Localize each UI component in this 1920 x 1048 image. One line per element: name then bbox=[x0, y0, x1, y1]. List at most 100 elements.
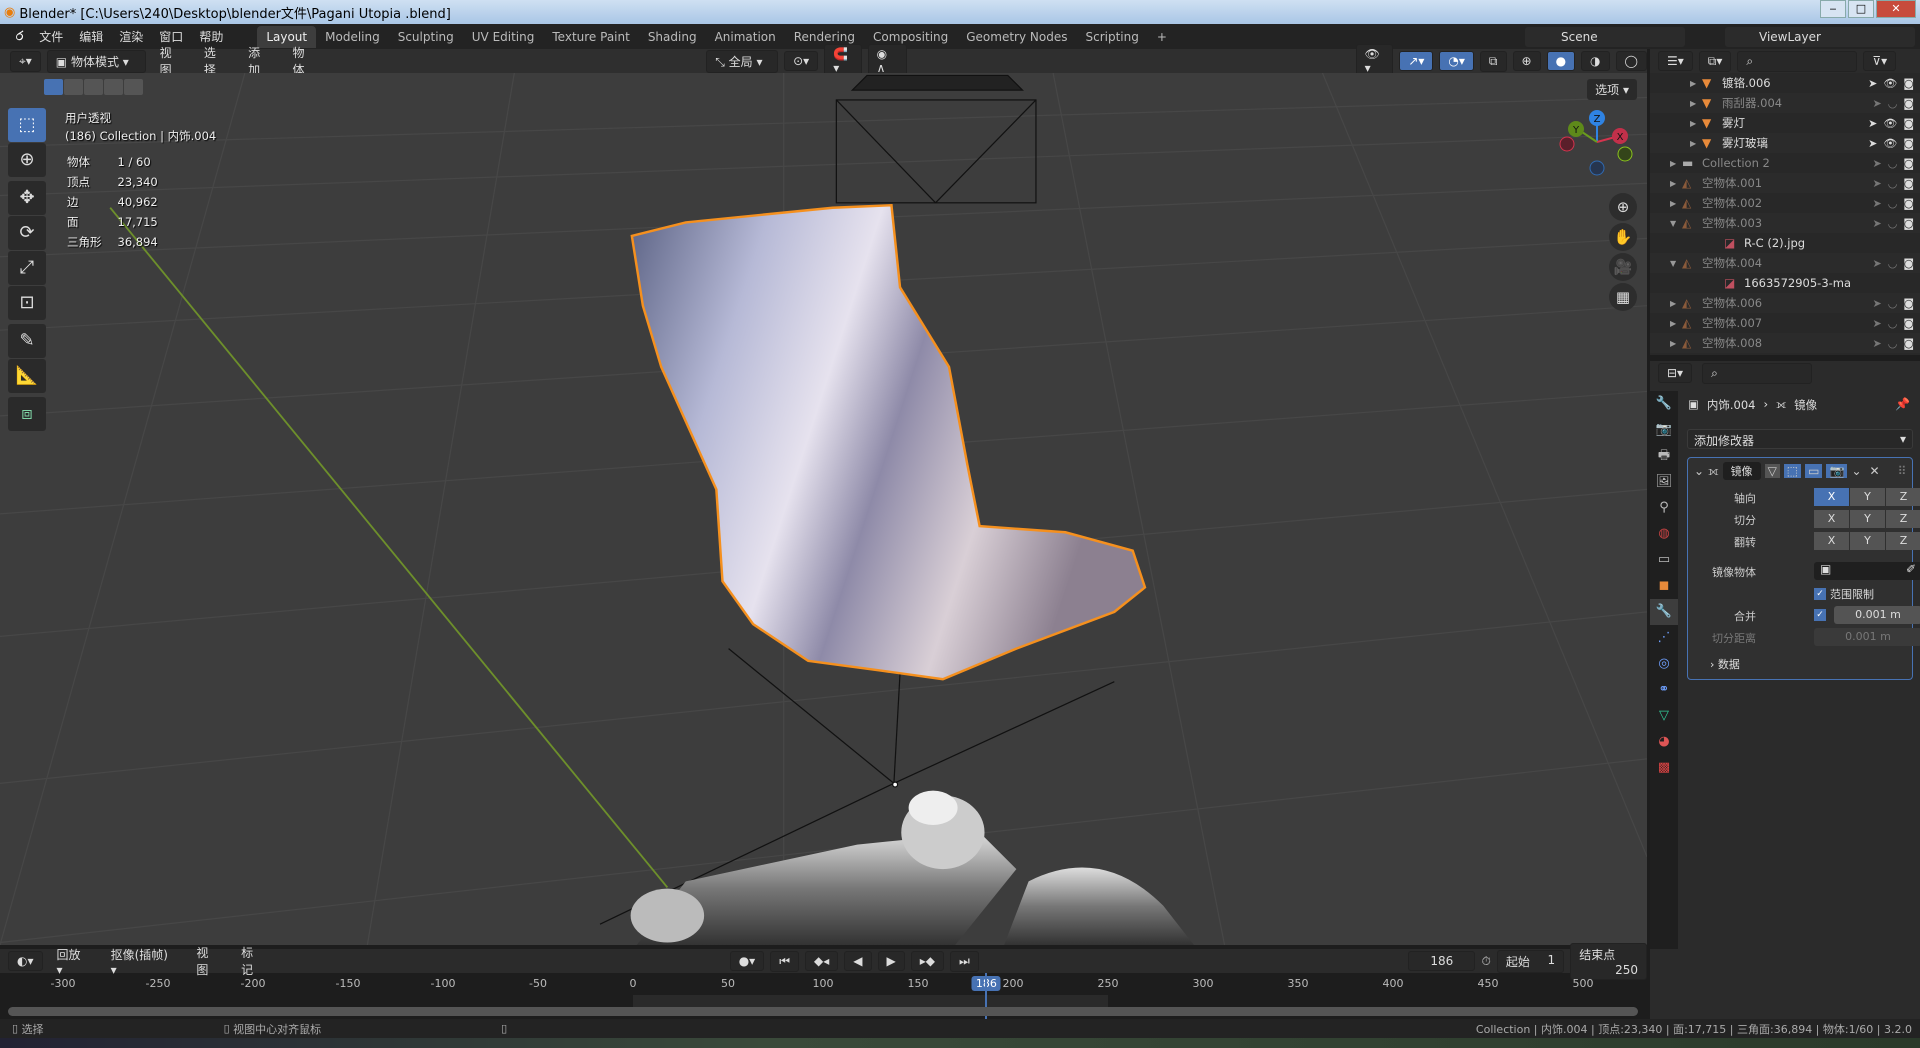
render-camera-icon[interactable]: ◙ bbox=[1903, 137, 1914, 150]
texture-tab-icon[interactable]: ▩ bbox=[1650, 755, 1678, 781]
options-dropdown[interactable]: 选项 ▾ bbox=[1587, 79, 1637, 100]
scale-icon[interactable]: ⤢ bbox=[8, 251, 46, 285]
navigation-gizmo[interactable]: Z X Y bbox=[1555, 108, 1635, 188]
outliner-search-input[interactable]: ⌕ bbox=[1737, 50, 1858, 72]
visibility-eye-icon[interactable]: ◡ bbox=[1888, 317, 1898, 330]
select-extend-button[interactable] bbox=[64, 79, 83, 95]
particles-tab-icon[interactable]: ⋰ bbox=[1650, 625, 1678, 651]
annotate-icon[interactable]: ✎ bbox=[8, 324, 46, 358]
shading-material[interactable]: ◑ bbox=[1581, 51, 1610, 71]
render-camera-icon[interactable]: ◙ bbox=[1903, 97, 1914, 110]
menu-file[interactable]: 文件 bbox=[31, 28, 71, 45]
selectable-icon[interactable]: ➤ bbox=[1868, 77, 1877, 90]
data-subpanel-header[interactable]: › 数据 bbox=[1710, 656, 1740, 672]
collapsed-arrow-icon[interactable]: ▶ bbox=[1670, 319, 1682, 328]
overlay-toggle[interactable]: ◔▾ bbox=[1439, 51, 1474, 71]
tab-scripting[interactable]: Scripting bbox=[1076, 26, 1147, 48]
viewport-toggle-icon[interactable]: ▭ bbox=[1805, 464, 1823, 478]
bisect-z-toggle[interactable]: Z bbox=[1886, 510, 1920, 528]
visibility-eye-icon[interactable]: ◡ bbox=[1888, 217, 1898, 230]
select-box-icon[interactable]: ⬚ bbox=[8, 108, 46, 142]
prev-keyframe-button[interactable]: ◆◂ bbox=[805, 951, 839, 971]
transform-icon[interactable]: ⊡ bbox=[8, 286, 46, 320]
editor-type-button[interactable]: ⌖▾ bbox=[10, 50, 41, 72]
tab-modeling[interactable]: Modeling bbox=[316, 26, 389, 48]
visibility-eye-icon[interactable]: ◡ bbox=[1888, 97, 1898, 110]
outliner-row[interactable]: ▶ ◭ 空物体.008 ➤ ◡ ◙ bbox=[1650, 333, 1920, 353]
tab-shading[interactable]: Shading bbox=[639, 26, 706, 48]
menu-edit[interactable]: 编辑 bbox=[71, 28, 111, 45]
collapsed-arrow-icon[interactable]: ▶ bbox=[1670, 339, 1682, 348]
render-camera-icon[interactable]: ◙ bbox=[1903, 177, 1914, 190]
bisect-distance-field[interactable]: 0.001 m bbox=[1814, 628, 1920, 646]
select-new-button[interactable] bbox=[44, 79, 63, 95]
render-camera-icon[interactable]: ◙ bbox=[1903, 217, 1914, 230]
selectable-icon[interactable]: ➤ bbox=[1872, 217, 1881, 230]
shading-solid[interactable]: ● bbox=[1546, 51, 1576, 71]
selectable-icon[interactable]: ➤ bbox=[1872, 297, 1881, 310]
close-button[interactable]: ✕ bbox=[1876, 0, 1916, 18]
merge-checkbox[interactable]: ✓ bbox=[1814, 609, 1826, 621]
axis-x-toggle[interactable]: X bbox=[1814, 488, 1849, 506]
scene-selector[interactable]: Scene bbox=[1525, 27, 1685, 47]
axis-y-toggle[interactable]: Y bbox=[1850, 488, 1885, 506]
data-tab-icon[interactable]: ▽ bbox=[1650, 703, 1678, 729]
menu-help[interactable]: 帮助 bbox=[191, 28, 231, 45]
gizmo-neg-x-icon[interactable] bbox=[1559, 136, 1575, 152]
bisect-y-toggle[interactable]: Y bbox=[1850, 510, 1885, 528]
selectable-icon[interactable]: ➤ bbox=[1872, 257, 1881, 270]
mode-dropdown[interactable]: ▣ 物体模式 ▾ bbox=[46, 49, 146, 73]
collapse-chevron-icon[interactable]: ⌄ bbox=[1694, 464, 1704, 478]
add-cube-icon[interactable]: ⧈ bbox=[8, 397, 46, 431]
gizmo-neg-z-icon[interactable] bbox=[1589, 160, 1605, 176]
outliner-row[interactable]: ▶ ◭ 空物体.007 ➤ ◡ ◙ bbox=[1650, 313, 1920, 333]
flip-x-toggle[interactable]: X bbox=[1814, 532, 1849, 550]
axis-z-toggle[interactable]: Z bbox=[1886, 488, 1920, 506]
outliner-row[interactable]: ◪ 1663572905-3-ma bbox=[1650, 273, 1920, 293]
cursor-icon[interactable]: ⊕ bbox=[8, 143, 46, 177]
outliner-row[interactable]: ▶ ▼ 雾灯玻璃 ➤ 👁 ◙ bbox=[1650, 133, 1920, 153]
jump-start-button[interactable]: ⏮ bbox=[770, 950, 800, 972]
timeline-editor-type-button[interactable]: ◐▾ bbox=[8, 951, 43, 971]
remove-modifier-icon[interactable]: ✕ bbox=[1870, 464, 1880, 478]
start-frame-field[interactable]: 起始 1 bbox=[1496, 949, 1565, 973]
render-camera-icon[interactable]: ◙ bbox=[1903, 337, 1914, 350]
selectable-icon[interactable]: ➤ bbox=[1868, 137, 1877, 150]
visibility-eye-icon[interactable]: ◡ bbox=[1888, 197, 1898, 210]
gizmo-neg-y-icon[interactable] bbox=[1617, 146, 1633, 162]
play-reverse-button[interactable]: ◀ bbox=[844, 951, 872, 971]
outliner-row[interactable]: ▶ ▼ 镀铬.006 ➤ 👁 ◙ bbox=[1650, 73, 1920, 93]
collapsed-arrow-icon[interactable]: ▶ bbox=[1670, 179, 1682, 188]
outliner-row[interactable]: ▼ ◭ 空物体.003 ➤ ◡ ◙ bbox=[1650, 213, 1920, 233]
render-camera-icon[interactable]: ◙ bbox=[1903, 77, 1914, 90]
constraints-tab-icon[interactable]: ⚭ bbox=[1650, 677, 1678, 703]
zoom-icon[interactable]: ⊕ bbox=[1609, 193, 1637, 221]
pin-icon[interactable]: 📌 bbox=[1895, 397, 1910, 411]
properties-editor-type-dropdown[interactable]: ⊟▾ bbox=[1658, 363, 1693, 383]
3d-viewport[interactable]: 选项 ▾ ⬚ ⊕ ✥ ⟳ ⤢ ⊡ ✎ 📐 ⧈ 用户透视 (186) Collec… bbox=[0, 73, 1647, 945]
render-tab-icon[interactable]: 📷 bbox=[1650, 417, 1678, 443]
render-camera-icon[interactable]: ◙ bbox=[1903, 157, 1914, 170]
selectable-icon[interactable]: ➤ bbox=[1872, 157, 1881, 170]
menu-playback[interactable]: 回放 ▾ bbox=[49, 946, 97, 977]
add-workspace-button[interactable]: + bbox=[1148, 26, 1176, 48]
material-tab-icon[interactable]: ◕ bbox=[1650, 729, 1678, 755]
tool-tab-icon[interactable]: 🔧 bbox=[1650, 391, 1678, 417]
edit-mode-toggle-icon[interactable]: ▽ bbox=[1764, 464, 1780, 478]
visibility-eye-icon[interactable]: 👁 bbox=[1883, 77, 1897, 90]
selectable-icon[interactable]: ➤ bbox=[1872, 317, 1881, 330]
object-tab-icon[interactable]: ◼ bbox=[1650, 573, 1678, 599]
visibility-eye-icon[interactable]: ◡ bbox=[1888, 337, 1898, 350]
current-frame-field[interactable]: 186 bbox=[1408, 951, 1476, 971]
flip-y-toggle[interactable]: Y bbox=[1850, 532, 1885, 550]
render-camera-icon[interactable]: ◙ bbox=[1903, 197, 1914, 210]
selectable-icon[interactable]: ➤ bbox=[1872, 177, 1881, 190]
rotate-icon[interactable]: ⟳ bbox=[8, 216, 46, 250]
visibility-eye-icon[interactable]: 👁 bbox=[1883, 137, 1897, 150]
ortho-grid-icon[interactable]: ▦ bbox=[1609, 283, 1637, 311]
mirror-object-field[interactable]: ▣ ✐ bbox=[1814, 562, 1920, 580]
collapsed-arrow-icon[interactable]: ▶ bbox=[1670, 299, 1682, 308]
frame-ruler[interactable]: -300 -250 -200 -150 -100 -50 0 50 100 150 200 250 30… bbox=[0, 973, 1647, 995]
select-invert-button[interactable] bbox=[104, 79, 123, 95]
collapsed-arrow-icon[interactable]: ▶ bbox=[1670, 159, 1682, 168]
